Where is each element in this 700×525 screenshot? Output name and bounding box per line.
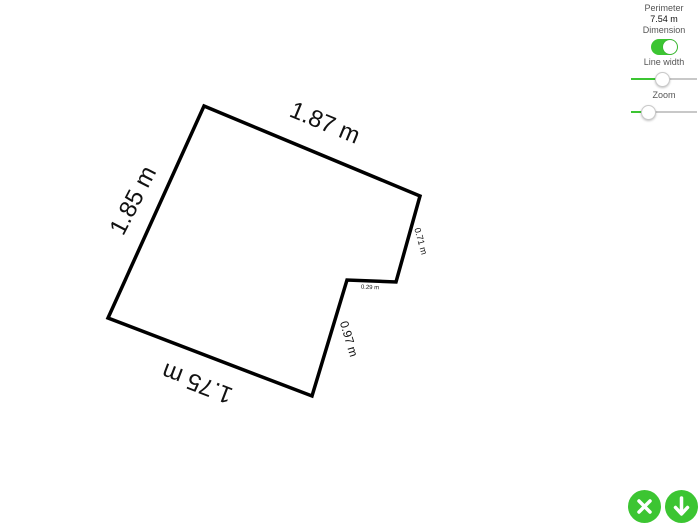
edge-label-bottom: 1.75 m bbox=[158, 357, 236, 408]
room-outline[interactable] bbox=[105, 103, 423, 399]
perimeter-label: Perimeter bbox=[644, 3, 684, 13]
download-arrow-icon bbox=[673, 496, 690, 516]
edge-label-top: 1.87 m bbox=[286, 97, 364, 150]
drawing-canvas[interactable]: 1.87 m 0.71 m 0.29 m 0.97 m 1.75 m 1.85 … bbox=[0, 0, 700, 525]
edge-label-right-lower: 0.97 m bbox=[337, 319, 361, 358]
toggle-knob bbox=[663, 40, 677, 54]
cancel-button[interactable] bbox=[628, 490, 661, 523]
dimension-toggle[interactable] bbox=[651, 39, 678, 55]
line-width-label: Line width bbox=[643, 57, 685, 67]
settings-panel: Perimeter 7.54 m Dimension Line width Zo… bbox=[628, 0, 700, 125]
slider-thumb[interactable] bbox=[655, 72, 670, 87]
zoom-label: Zoom bbox=[652, 90, 676, 100]
zoom-slider[interactable] bbox=[631, 105, 697, 120]
edge-label-left: 1.85 m bbox=[105, 162, 163, 240]
close-icon bbox=[637, 499, 652, 514]
perimeter-value: 7.54 m bbox=[650, 14, 678, 24]
slider-thumb[interactable] bbox=[641, 105, 656, 120]
edge-label-right-upper: 0.71 m bbox=[412, 227, 429, 256]
edge-label-notch: 0.29 m bbox=[361, 285, 380, 292]
download-button[interactable] bbox=[665, 490, 698, 523]
line-width-slider[interactable] bbox=[631, 72, 697, 87]
dimension-label: Dimension bbox=[642, 25, 686, 35]
